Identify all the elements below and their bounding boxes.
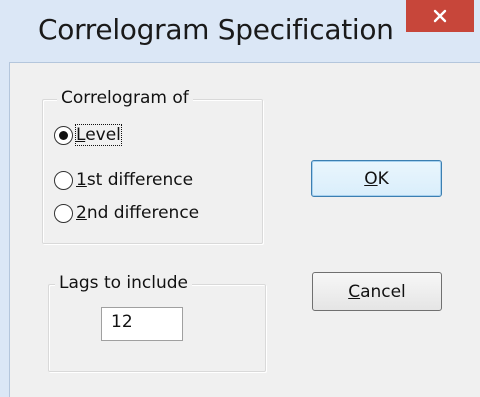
title-bar[interactable]: Correlogram Specification [0, 0, 480, 62]
radio-2nd-difference-circle[interactable] [54, 203, 73, 223]
ok-button[interactable]: OK [311, 160, 442, 197]
radio-1st-difference-circle[interactable] [54, 170, 73, 190]
cancel-text: ancel [360, 281, 406, 302]
radio-2nd-difference-text: nd difference [86, 203, 200, 223]
close-button[interactable] [406, 0, 474, 32]
ok-text: K [377, 168, 389, 189]
lags-input[interactable]: 12 [101, 307, 183, 341]
radio-1st-difference[interactable]: 1st difference [54, 166, 193, 194]
radio-level-text: evel [85, 125, 121, 145]
cancel-button[interactable]: Cancel [312, 272, 442, 311]
radio-1st-difference-text: st difference [86, 170, 194, 190]
radio-level[interactable]: Level [54, 121, 122, 149]
radio-1st-difference-label: 1st difference [76, 170, 193, 190]
dialog-client-area: Correlogram of Level 1st difference 2nd … [9, 62, 480, 397]
cancel-mnemonic: C [348, 281, 361, 302]
radio-level-label: Level [75, 124, 122, 146]
radio-2nd-difference-mnemonic: 2 [76, 203, 87, 223]
ok-mnemonic: O [364, 168, 378, 189]
radio-level-mnemonic: L [76, 125, 86, 145]
close-icon [433, 9, 447, 23]
radio-level-circle[interactable] [54, 125, 73, 145]
dialog-title: Correlogram Specification [38, 13, 394, 46]
dialog-window: Correlogram Specification Correlogram of… [0, 0, 480, 397]
radio-1st-difference-mnemonic: 1 [76, 170, 87, 190]
correlogram-of-legend: Correlogram of [57, 88, 193, 108]
radio-2nd-difference-label: 2nd difference [76, 203, 199, 223]
lags-to-include-legend: Lags to include [55, 273, 193, 293]
radio-2nd-difference[interactable]: 2nd difference [54, 199, 199, 227]
